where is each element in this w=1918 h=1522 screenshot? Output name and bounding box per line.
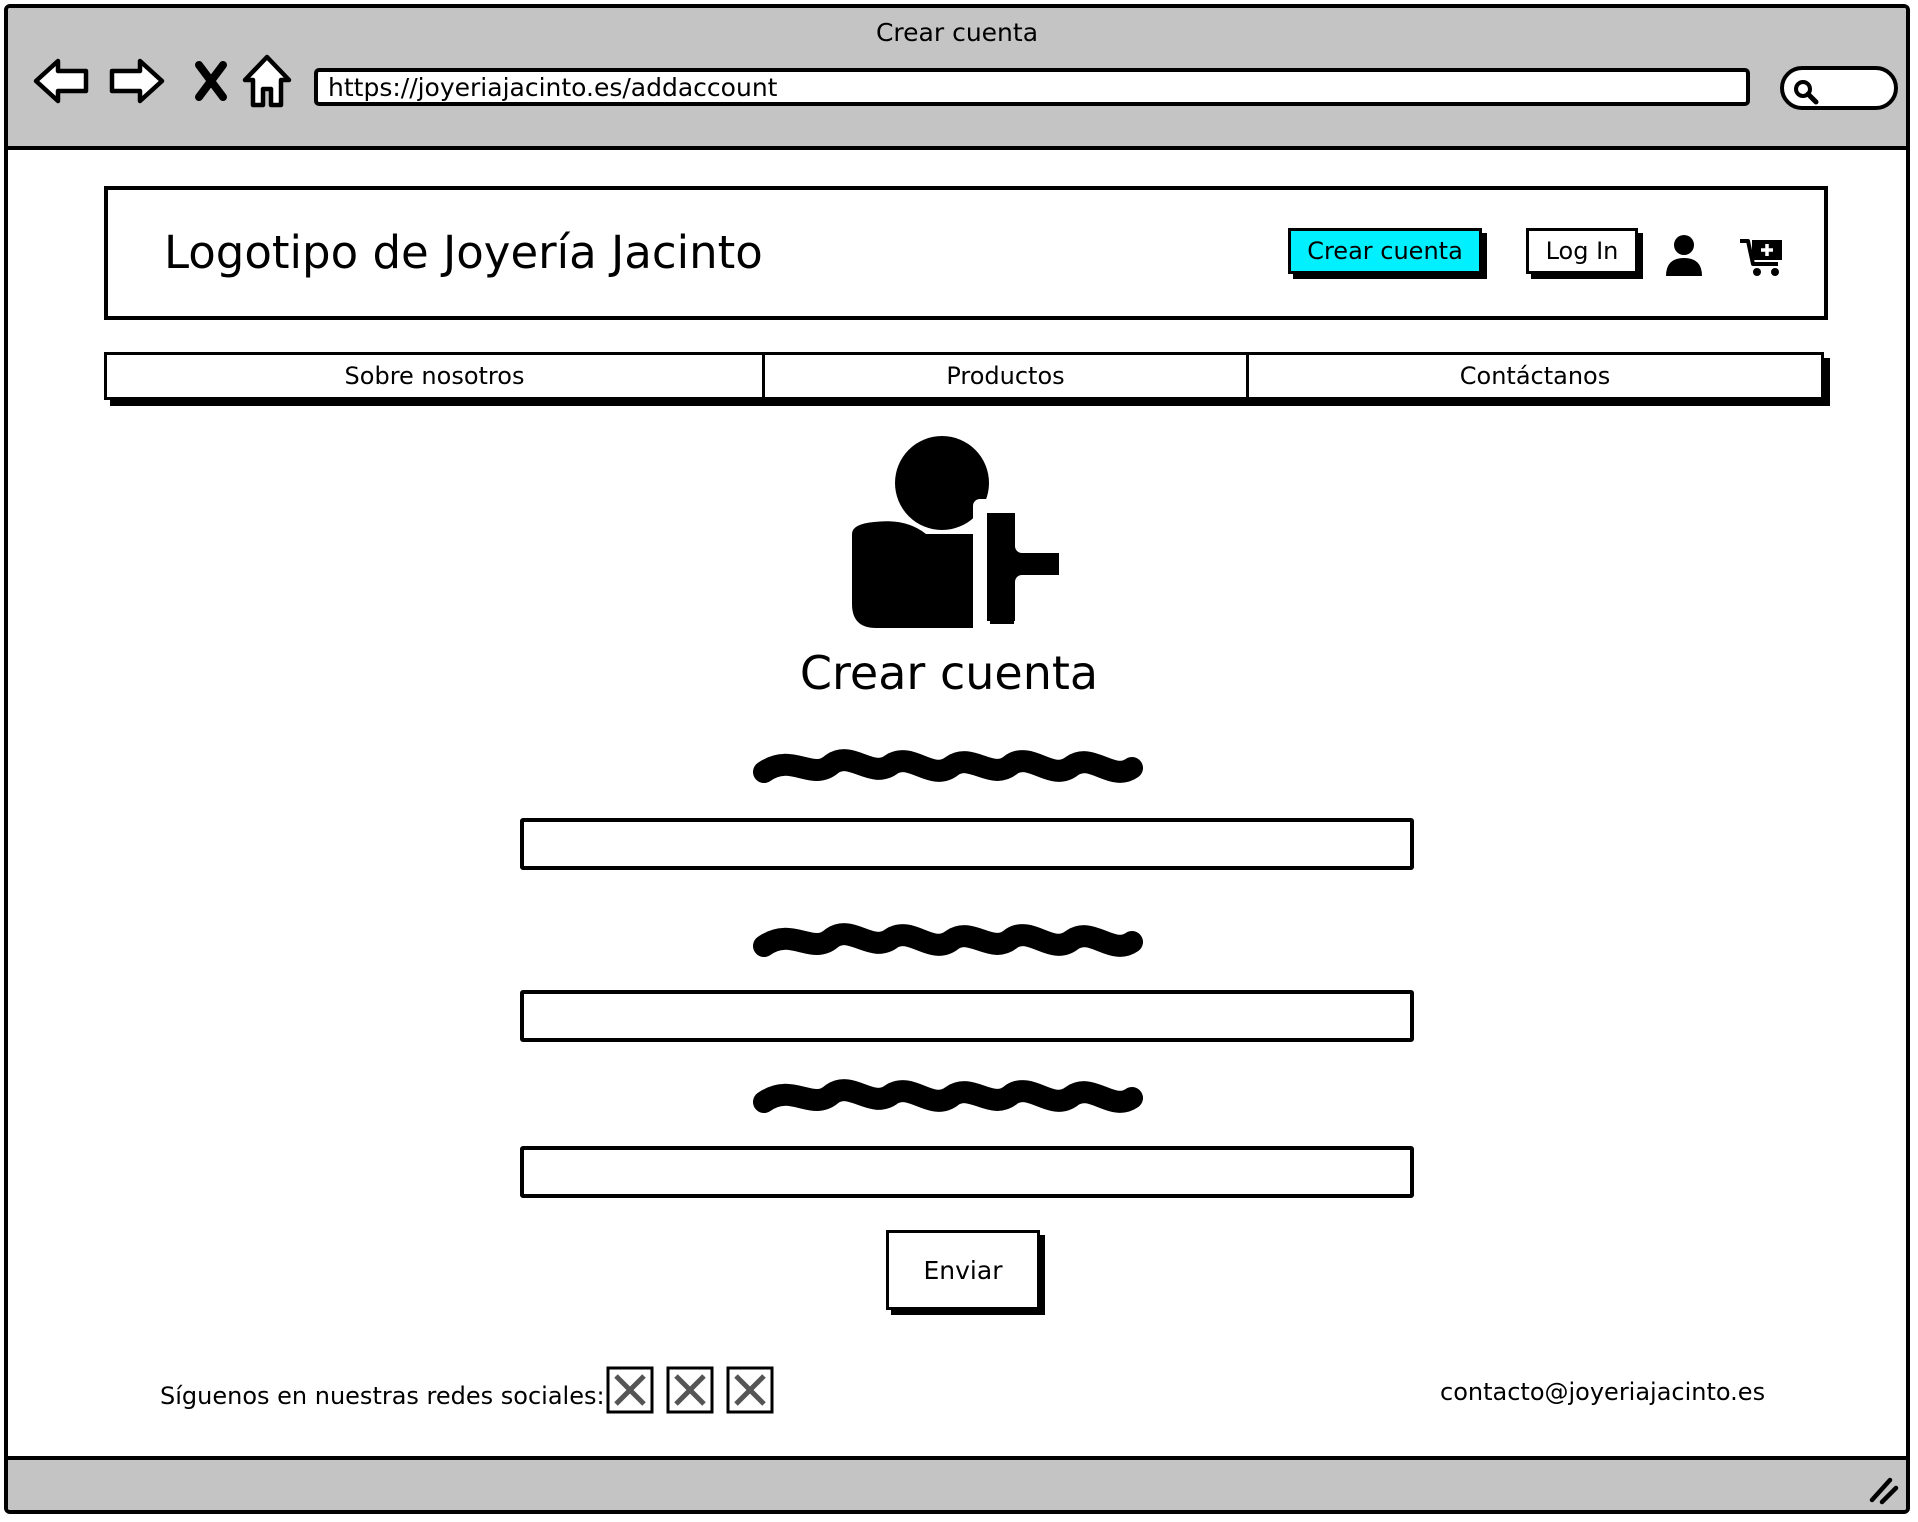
stop-button[interactable] [180, 50, 242, 112]
search-icon [1794, 80, 1819, 105]
field-label-scribble [753, 1079, 1143, 1113]
arrow-left-icon [33, 58, 89, 104]
url-bar[interactable]: https://joyeriajacinto.es/addaccount [314, 68, 1750, 106]
site-logo[interactable]: Logotipo de Joyería Jacinto [164, 226, 763, 279]
close-icon [195, 61, 227, 101]
site-header: Logotipo de Joyería Jacinto Crear cuenta… [104, 186, 1828, 320]
browser-window: Crear cuenta https://joyeriajacinto.es/a… [4, 4, 1910, 1514]
add-to-cart-icon[interactable] [1738, 236, 1786, 278]
main-nav: Sobre nosotros Productos Contáctanos [104, 352, 1824, 400]
contact-email-link[interactable]: contacto@joyeriajacinto.es [1440, 1378, 1765, 1406]
arrow-right-icon [109, 58, 165, 104]
back-button[interactable] [30, 50, 92, 112]
window-title: Crear cuenta [875, 18, 1039, 47]
social-image-placeholder-icon[interactable] [606, 1366, 654, 1414]
social-image-placeholder-icon[interactable] [726, 1366, 774, 1414]
create-account-button[interactable]: Crear cuenta [1288, 228, 1482, 274]
social-image-placeholder-icon[interactable] [666, 1366, 714, 1414]
browser-titlebar: Crear cuenta https://joyeriajacinto.es/a… [8, 8, 1906, 150]
browser-search[interactable] [1780, 66, 1898, 110]
user-icon[interactable] [1664, 234, 1704, 278]
resize-grip-icon[interactable] [1864, 1470, 1900, 1506]
social-label: Síguenos en nuestras redes sociales: [160, 1382, 605, 1410]
submit-button[interactable]: Enviar [886, 1230, 1040, 1310]
browser-statusbar [8, 1456, 1906, 1510]
field-2-input[interactable] [520, 990, 1414, 1042]
form-title: Crear cuenta [799, 646, 1099, 700]
home-icon [242, 54, 292, 108]
nav-item-contactanos[interactable]: Contáctanos [1249, 355, 1821, 397]
user-add-icon [852, 436, 1073, 630]
forward-button[interactable] [106, 50, 168, 112]
home-button[interactable] [236, 50, 298, 112]
login-button[interactable]: Log In [1526, 228, 1638, 274]
nav-item-sobre-nosotros[interactable]: Sobre nosotros [107, 355, 765, 397]
field-label-scribble [753, 749, 1143, 783]
field-label-scribble [753, 923, 1143, 957]
field-1-input[interactable] [520, 818, 1414, 870]
url-text: https://joyeriajacinto.es/addaccount [328, 72, 778, 102]
nav-item-productos[interactable]: Productos [765, 355, 1249, 397]
field-3-input[interactable] [520, 1146, 1414, 1198]
